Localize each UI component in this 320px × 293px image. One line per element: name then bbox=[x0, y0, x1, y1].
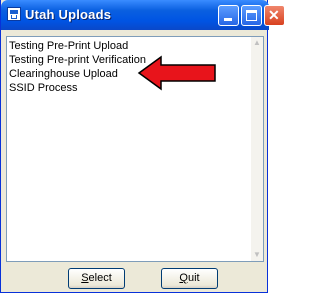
title-bar[interactable]: Utah Uploads ✕ bbox=[1, 0, 285, 30]
minimize-icon bbox=[224, 18, 232, 21]
maximize-icon bbox=[246, 10, 257, 21]
list-item[interactable]: SSID Process bbox=[9, 81, 77, 95]
uploads-listbox[interactable]: Testing Pre-Print Upload Testing Pre-pri… bbox=[6, 36, 264, 262]
close-button[interactable]: ✕ bbox=[264, 5, 285, 26]
list-item[interactable]: Clearinghouse Upload bbox=[9, 67, 118, 81]
vertical-scrollbar[interactable]: ▲ ▼ bbox=[251, 37, 263, 261]
scroll-down-icon[interactable]: ▼ bbox=[251, 249, 263, 261]
scroll-up-icon[interactable]: ▲ bbox=[251, 37, 263, 49]
app-window-icon[interactable] bbox=[7, 7, 21, 21]
close-icon: ✕ bbox=[268, 7, 280, 23]
red-arrow-icon bbox=[137, 55, 216, 91]
quit-button[interactable]: Quit bbox=[161, 268, 218, 289]
select-button[interactable]: Select bbox=[68, 268, 125, 289]
utah-uploads-window: Utah Uploads ✕ Testing Pre-Print Upload … bbox=[0, 0, 285, 293]
window-title: Utah Uploads bbox=[25, 7, 112, 22]
list-item[interactable]: Testing Pre-Print Upload bbox=[9, 39, 128, 53]
maximize-button[interactable] bbox=[241, 5, 262, 26]
minimize-button[interactable] bbox=[218, 5, 239, 26]
list-item[interactable]: Testing Pre-print Verification bbox=[9, 53, 146, 67]
